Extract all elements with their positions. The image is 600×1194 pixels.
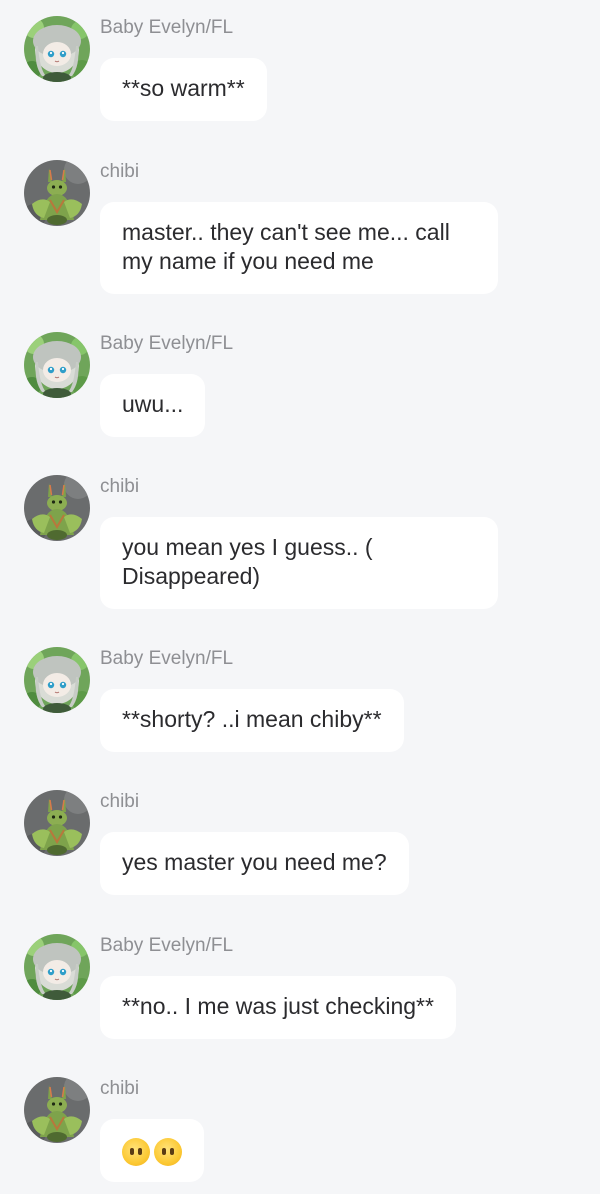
emoji-text: [122, 1137, 182, 1166]
sender-name: Baby Evelyn/FL: [100, 935, 234, 956]
message-bubble[interactable]: uwu...: [100, 374, 206, 437]
message-bubble[interactable]: you mean yes I guess.. ( Disappeared): [100, 517, 498, 609]
chat-thread: Baby Evelyn/FL **so warm** chibi master.…: [0, 0, 600, 1194]
bunny-avatar-icon[interactable]: [24, 790, 90, 856]
bunny-avatar-icon[interactable]: [24, 160, 90, 226]
message-bubble[interactable]: master.. they can't see me... call my na…: [100, 202, 498, 294]
girl-avatar-icon[interactable]: [24, 332, 90, 398]
sender-name: chibi: [100, 1078, 140, 1099]
girl-avatar-icon[interactable]: [24, 16, 90, 82]
sender-name: Baby Evelyn/FL: [100, 648, 234, 669]
message-bubble[interactable]: **no.. I me was just checking**: [100, 976, 456, 1039]
bunny-avatar-icon[interactable]: [24, 475, 90, 541]
sender-name: chibi: [100, 476, 140, 497]
no-mouth-face-icon: [154, 1137, 182, 1166]
bunny-avatar-icon[interactable]: [24, 1077, 90, 1143]
sender-name: chibi: [100, 791, 140, 812]
message-bubble[interactable]: **so warm**: [100, 58, 267, 121]
message-bubble[interactable]: [100, 1119, 204, 1182]
message-bubble[interactable]: yes master you need me?: [100, 832, 409, 895]
no-mouth-face-icon: [122, 1137, 150, 1166]
sender-name: Baby Evelyn/FL: [100, 333, 234, 354]
girl-avatar-icon[interactable]: [24, 647, 90, 713]
sender-name: Baby Evelyn/FL: [100, 17, 234, 38]
sender-name: chibi: [100, 161, 140, 182]
girl-avatar-icon[interactable]: [24, 934, 90, 1000]
message-bubble[interactable]: **shorty? ..i mean chiby**: [100, 689, 404, 752]
